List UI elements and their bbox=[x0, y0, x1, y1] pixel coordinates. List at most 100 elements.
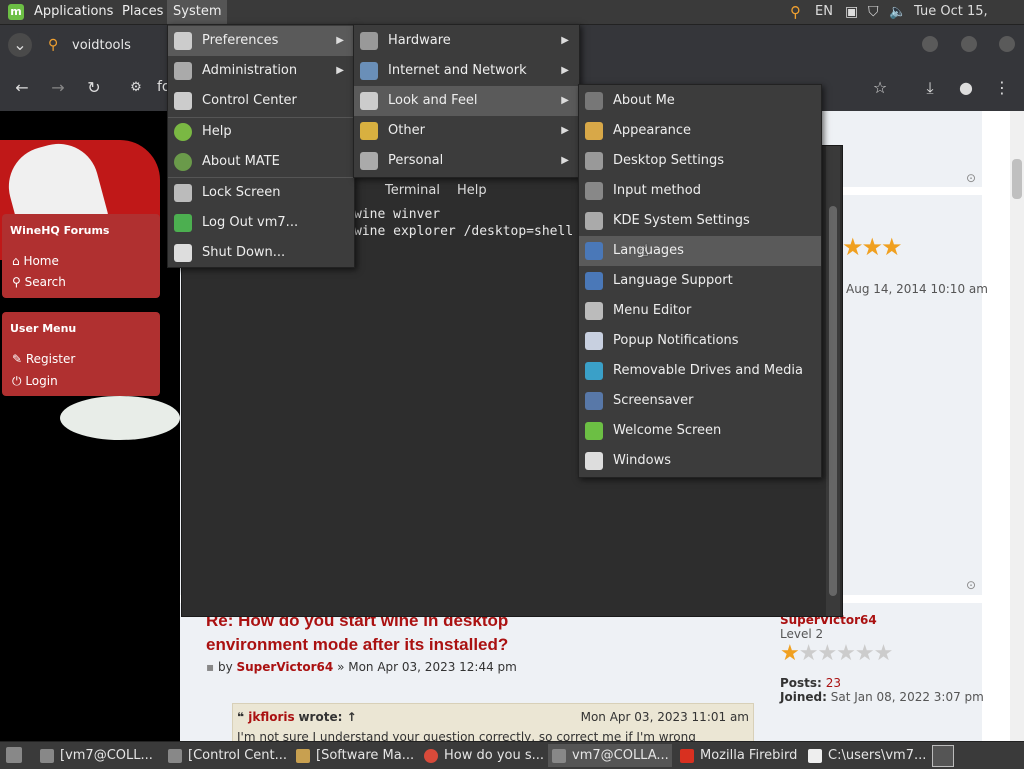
menu-editor-label: Menu Editor bbox=[613, 303, 692, 318]
bookmark-star-icon[interactable]: ☆ bbox=[868, 76, 892, 100]
screensaver-icon bbox=[585, 392, 603, 410]
terminal-menu-help[interactable]: Help bbox=[457, 183, 487, 198]
search-link-icon: ⚲ bbox=[12, 275, 25, 289]
menu-item-internet-network[interactable]: Internet and Network ▶ bbox=[354, 56, 579, 86]
hardware-label: Hardware bbox=[388, 33, 451, 48]
software-manager-icon bbox=[296, 748, 310, 763]
menu-item-screensaver[interactable]: Screensaver bbox=[579, 386, 821, 416]
browser-menu-icon[interactable]: ⋮ bbox=[990, 76, 1014, 100]
profile-posts: Posts: 23 bbox=[780, 676, 841, 690]
task-wine-cmd[interactable]: C:\users\vm7... bbox=[804, 744, 928, 767]
search-icon[interactable]: ⚲ bbox=[790, 0, 801, 24]
menu-item-other[interactable]: Other ▶ bbox=[354, 116, 579, 146]
menu-item-appearance[interactable]: Appearance bbox=[579, 116, 821, 146]
reload-icon[interactable]: ↻ bbox=[82, 76, 106, 100]
volume-icon[interactable]: 🔈 bbox=[889, 0, 906, 24]
keyboard-layout[interactable]: EN bbox=[815, 0, 833, 24]
menu-item-windows[interactable]: Windows bbox=[579, 446, 821, 476]
page-scrollbar-thumb[interactable] bbox=[1012, 159, 1022, 199]
menu-item-log-out[interactable]: Log Out vm7... bbox=[168, 208, 354, 238]
about-mate-icon bbox=[174, 153, 192, 171]
workspace-switcher-icon[interactable] bbox=[932, 745, 954, 767]
terminal-scrollbar-thumb[interactable] bbox=[829, 206, 837, 596]
wine-cmd-icon bbox=[808, 748, 822, 763]
menu-item-menu-editor[interactable]: Menu Editor bbox=[579, 296, 821, 326]
menu-item-desktop-settings[interactable]: Desktop Settings bbox=[579, 146, 821, 176]
download-icon[interactable]: ⤓ bbox=[918, 76, 942, 100]
terminal-menu-terminal[interactable]: Terminal bbox=[385, 183, 440, 198]
network-icon[interactable]: ▣ bbox=[845, 0, 858, 24]
top-arrow-icon[interactable]: ⊙ bbox=[966, 171, 976, 185]
desktop-settings-label: Desktop Settings bbox=[613, 153, 725, 168]
menu-item-hardware[interactable]: Hardware ▶ bbox=[354, 26, 579, 56]
profile-icon[interactable]: ● bbox=[954, 76, 978, 100]
forward-icon[interactable]: → bbox=[46, 76, 70, 100]
menu-item-preferences[interactable]: Preferences ▶ bbox=[168, 26, 354, 56]
popup-notifications-icon bbox=[585, 332, 603, 350]
post-icon: ▪ bbox=[206, 660, 218, 674]
menu-item-popup-notifications[interactable]: Popup Notifications bbox=[579, 326, 821, 356]
menu-item-help[interactable]: Help bbox=[168, 117, 354, 147]
menu-item-language-support[interactable]: Language Support bbox=[579, 266, 821, 296]
menu-item-lock-screen[interactable]: Lock Screen bbox=[168, 178, 354, 208]
tab-title: voidtools bbox=[72, 38, 131, 53]
menu-item-look-and-feel[interactable]: Look and Feel ▶ bbox=[354, 86, 579, 116]
quote-author-link[interactable]: jkfloris bbox=[248, 710, 294, 724]
removable-drives-icon bbox=[585, 362, 603, 380]
menu-item-control-center[interactable]: Control Center bbox=[168, 86, 354, 116]
menu-item-removable-drives[interactable]: Removable Drives and Media bbox=[579, 356, 821, 386]
task-terminal-1[interactable]: [vm7@COLL... bbox=[36, 744, 160, 767]
about-mate-label: About MATE bbox=[202, 154, 280, 169]
quote-date: Mon Apr 03, 2023 11:01 am bbox=[580, 710, 749, 724]
login-label: Login bbox=[25, 374, 58, 388]
maximize-button[interactable] bbox=[961, 36, 977, 52]
terminal-scrollbar[interactable] bbox=[826, 146, 840, 616]
menu-item-languages[interactable]: Languages bbox=[579, 236, 821, 266]
menu-item-administration[interactable]: Administration ▶ bbox=[168, 56, 354, 86]
post-author-link[interactable]: SuperVictor64 bbox=[237, 660, 334, 674]
page-scrollbar[interactable] bbox=[1010, 111, 1024, 741]
task-chrome[interactable]: How do you s... bbox=[420, 744, 544, 767]
site-info-icon[interactable]: ⚙ bbox=[124, 76, 148, 100]
register-label: Register bbox=[25, 352, 76, 366]
post-title-line2[interactable]: environment mode after its installed? bbox=[206, 635, 508, 655]
task-firebird[interactable]: Mozilla Firebird bbox=[676, 744, 800, 767]
taskbar: [vm7@COLL... [Control Cent... [Software … bbox=[0, 741, 1024, 769]
menu-editor-icon bbox=[585, 302, 603, 320]
profile-joined: Joined: Sat Jan 08, 2022 3:07 pm bbox=[780, 690, 984, 704]
login-link[interactable]: ⏻ Login bbox=[12, 374, 58, 389]
top-arrow-icon-2[interactable]: ⊙ bbox=[966, 578, 976, 592]
menu-item-input-method[interactable]: Input method bbox=[579, 176, 821, 206]
removable-drives-label: Removable Drives and Media bbox=[613, 363, 803, 378]
menu-item-about-mate[interactable]: About MATE bbox=[168, 147, 354, 177]
browser-tab[interactable]: ⚲ voidtools bbox=[38, 30, 168, 62]
minimize-button[interactable] bbox=[922, 36, 938, 52]
applications-menu[interactable]: Applications bbox=[28, 0, 119, 24]
rank-stars-icon: ★★★ bbox=[842, 233, 903, 261]
menu-item-kde-system-settings[interactable]: KDE System Settings bbox=[579, 206, 821, 236]
menu-item-shut-down[interactable]: Shut Down... bbox=[168, 238, 354, 268]
tab-search-icon[interactable]: ⌄ bbox=[8, 33, 32, 57]
task-label: [Control Cent... bbox=[188, 748, 288, 763]
shield-icon[interactable]: ⛉ bbox=[868, 0, 879, 24]
close-button[interactable] bbox=[999, 36, 1015, 52]
task-software-manager[interactable]: [Software Ma... bbox=[292, 744, 416, 767]
task-terminal-2[interactable]: vm7@COLLA... bbox=[548, 744, 672, 767]
system-menu[interactable]: System bbox=[167, 0, 228, 24]
register-link[interactable]: ✎ Register bbox=[12, 352, 75, 366]
home-link[interactable]: ⌂ Home bbox=[12, 254, 59, 268]
search-link[interactable]: ⚲ Search bbox=[12, 275, 66, 289]
menu-item-personal[interactable]: Personal ▶ bbox=[354, 146, 579, 176]
posts-value[interactable]: 23 bbox=[826, 676, 841, 690]
mint-logo-icon[interactable]: m bbox=[8, 4, 24, 20]
welcome-screen-label: Welcome Screen bbox=[613, 423, 722, 438]
task-control-center[interactable]: [Control Cent... bbox=[164, 744, 288, 767]
show-desktop-icon[interactable] bbox=[6, 747, 22, 763]
places-menu[interactable]: Places bbox=[116, 0, 169, 24]
firebird-icon bbox=[680, 748, 694, 763]
control-center-task-icon bbox=[168, 748, 182, 763]
menu-item-welcome-screen[interactable]: Welcome Screen bbox=[579, 416, 821, 446]
back-icon[interactable]: ← bbox=[10, 76, 34, 100]
clock[interactable]: Tue Oct 15, 02:58 bbox=[914, 0, 1024, 43]
menu-item-about-me[interactable]: About Me bbox=[579, 86, 821, 116]
